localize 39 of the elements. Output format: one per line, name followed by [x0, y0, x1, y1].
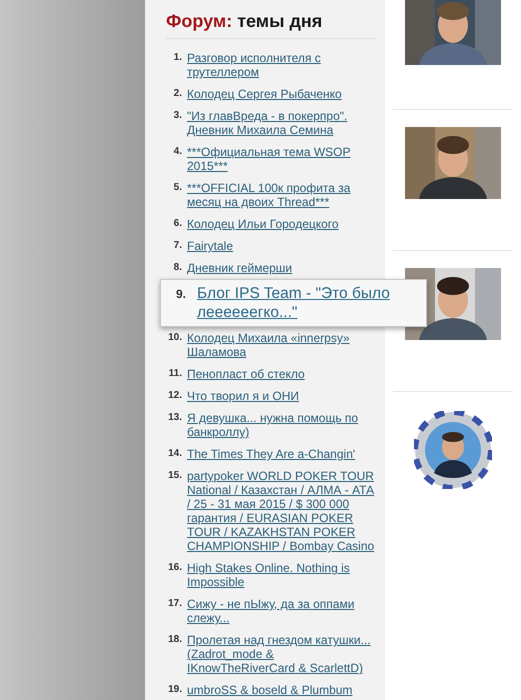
topic-number: 17.: [167, 597, 183, 611]
topic-link[interactable]: "Из главВреда - в покерпро". Дневник Михаила Семина: [187, 109, 375, 137]
topic-link[interactable]: Я девушка... нужна помощь по банкроллу): [187, 411, 375, 439]
topic-link[interactable]: Сижу - не пЫжу, да за оппами слежу...: [187, 597, 375, 625]
topic-number: 9.: [176, 286, 188, 303]
topic-number: 7.: [172, 239, 183, 253]
topic-link[interactable]: Дневник геймерши: [187, 261, 292, 275]
topic-link[interactable]: Что творил я и ОНИ: [187, 389, 299, 403]
topic-link[interactable]: Пенопласт об стекло: [187, 367, 305, 381]
topic-number: 11.: [168, 367, 183, 381]
topic-number: 16.: [167, 561, 183, 575]
topic-link[interactable]: ***OFFICIAL 100к профита за месяц на двоих Thread***: [187, 181, 375, 209]
topic-number: 10.: [167, 331, 183, 345]
topic-link[interactable]: Колодец Михаила «innerpsy» Шаламова: [187, 331, 375, 359]
topic-number: 14.: [167, 447, 183, 461]
topic-link[interactable]: umbroSS & boseld & Plumbum: [187, 683, 352, 697]
topic-number: 8.: [172, 261, 183, 275]
topic-link[interactable]: High Stakes Online. Nothing is Impossible: [187, 561, 375, 589]
topic-link[interactable]: Колодец Сергея Рыбаченко: [187, 87, 342, 101]
topic-number: 2.: [172, 87, 183, 101]
section-title: Форум: темы дня: [166, 11, 322, 31]
topic-link[interactable]: Fairytale: [187, 239, 234, 253]
topic-link[interactable]: The Times They Are a-Changin': [187, 447, 356, 461]
topic-number: 4.: [172, 145, 183, 159]
topic-link[interactable]: Пролетая над гнездом катушки... (Zadrot_mode & IKnowTheRiverCard & ScarlettD): [187, 633, 375, 675]
topic-link[interactable]: ***Официальная тема WSOP 2015***: [187, 145, 375, 173]
topic-number: 19.: [167, 683, 183, 697]
topic-link[interactable]: Разговор исполнителя с трутеллером: [187, 51, 375, 79]
topic-number: 5.: [172, 181, 183, 195]
topic-number: 15.: [167, 469, 183, 483]
topic-number: 18.: [167, 633, 183, 647]
topic-number: 6.: [172, 217, 183, 231]
topic-link[interactable]: Блог IPS Team - "Это было леееееегко...": [197, 284, 418, 322]
topic-link[interactable]: partypoker WORLD POKER TOUR National / Казахстан / АЛМА - АТА / 25 - 31 мая 2015 / $ 300 000 гарантия / EURASIAN POKER TOUR / KAZAKHSTAN POKER CHAMPIONSHIP / Bombay Casino: [187, 469, 375, 553]
topic-number: 13.: [167, 411, 183, 425]
topic-number: 12.: [167, 389, 183, 403]
topic-number: 1.: [172, 51, 183, 65]
topic-link[interactable]: Колодец Ильи Городецкого: [187, 217, 339, 231]
topic-number: 3.: [172, 109, 183, 123]
